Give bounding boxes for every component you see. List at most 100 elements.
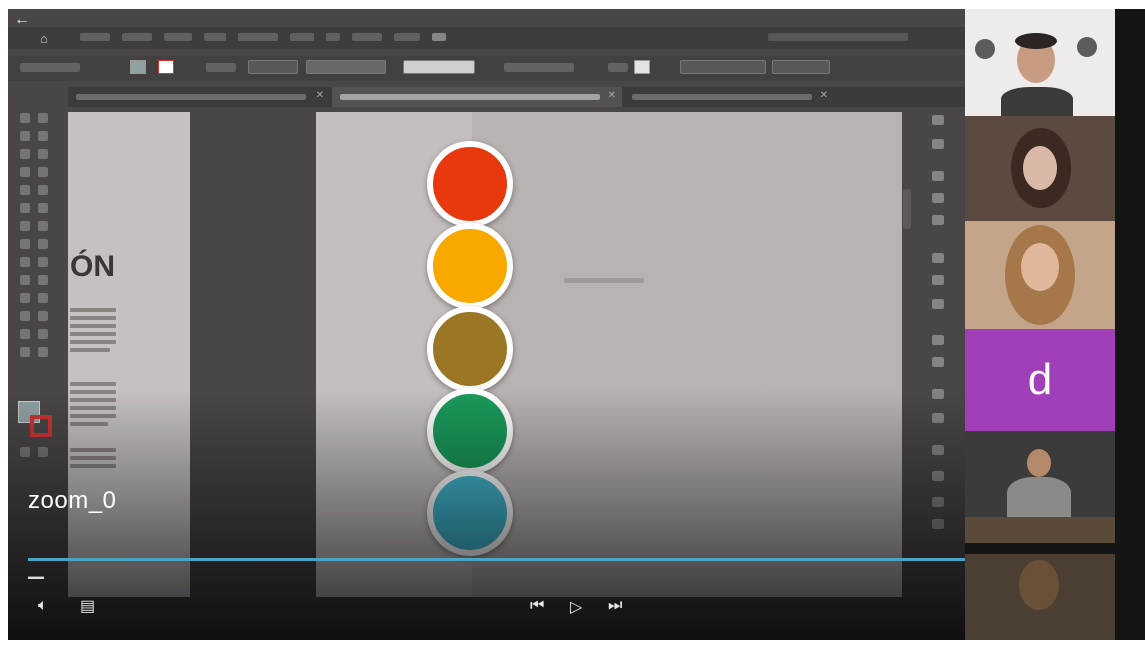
previous-icon[interactable]: ⏮︎: [530, 597, 544, 615]
menu-item[interactable]: [80, 33, 110, 41]
volume-icon[interactable]: 🔈︎: [38, 597, 48, 615]
close-icon[interactable]: ✕: [316, 90, 324, 101]
next-icon[interactable]: ⏭︎: [608, 597, 622, 615]
opacity-control[interactable]: [504, 63, 574, 72]
variable-width-profile[interactable]: [306, 60, 386, 74]
stroke-label: [206, 63, 236, 72]
pencil-tool-icon[interactable]: [20, 203, 30, 213]
color-swatch-brown[interactable]: [427, 306, 513, 392]
symbols-panel-icon[interactable]: [932, 389, 944, 399]
artboard-right: [472, 112, 902, 597]
captions-icon[interactable]: ▤: [80, 596, 95, 616]
blend-tool-icon[interactable]: [38, 293, 48, 303]
gradient-panel-icon[interactable]: [932, 275, 944, 285]
pen-tool-icon[interactable]: [20, 149, 30, 159]
character-panel-icon[interactable]: [932, 519, 944, 529]
mesh-tool-icon[interactable]: [20, 275, 30, 285]
direct-selection-tool-icon[interactable]: [38, 113, 48, 123]
menu-item[interactable]: [204, 33, 226, 41]
hand-tool-icon[interactable]: [20, 347, 30, 357]
stroke-panel-icon[interactable]: [932, 253, 944, 263]
libraries-panel-icon[interactable]: [932, 171, 944, 181]
participant-video-6[interactable]: [965, 554, 1115, 640]
transform-panel-icon[interactable]: [932, 497, 944, 507]
stroke-weight-input[interactable]: [248, 60, 298, 74]
slice-tool-icon[interactable]: [38, 329, 48, 339]
magic-wand-tool-icon[interactable]: [20, 131, 30, 141]
menu-item[interactable]: [238, 33, 278, 41]
lasso-tool-icon[interactable]: [38, 131, 48, 141]
color-swatch-green[interactable]: [427, 388, 513, 474]
play-icon[interactable]: ▷: [570, 597, 582, 617]
participant-video-1[interactable]: [965, 9, 1115, 116]
swatches-panel-icon[interactable]: [932, 215, 944, 225]
menu-item[interactable]: [290, 33, 314, 41]
zoom-tool-icon[interactable]: [38, 347, 48, 357]
menu-item[interactable]: [164, 33, 192, 41]
color-swatch-orange[interactable]: [427, 223, 513, 309]
shape-builder-tool-icon[interactable]: [20, 257, 30, 267]
tab-1[interactable]: ✕: [68, 87, 330, 107]
preferences-button[interactable]: [772, 60, 830, 74]
line-tool-icon[interactable]: [38, 167, 48, 177]
layers-panel-icon[interactable]: [932, 139, 944, 149]
participant-initial-tile[interactable]: d: [965, 329, 1115, 431]
draw-mode-icon[interactable]: [38, 447, 48, 457]
document-setup-button[interactable]: [680, 60, 766, 74]
rectangle-tool-icon[interactable]: [20, 185, 30, 195]
graphic-styles-panel-icon[interactable]: [932, 357, 944, 367]
menu-item[interactable]: [326, 33, 340, 41]
tab-2[interactable]: ✕: [332, 87, 622, 107]
stroke-swatch[interactable]: [158, 60, 174, 74]
menu-item[interactable]: [394, 33, 420, 41]
gradient-tool-icon[interactable]: [38, 275, 48, 285]
text-line: [70, 414, 116, 418]
color-swatch-blue[interactable]: [427, 470, 513, 556]
style-label: [608, 63, 628, 72]
search-stock-field[interactable]: [768, 33, 908, 41]
rotate-tool-icon[interactable]: [20, 221, 30, 231]
free-transform-tool-icon[interactable]: [38, 239, 48, 249]
menu-item[interactable]: [122, 33, 152, 41]
vertical-scrollbar[interactable]: [903, 189, 911, 229]
curvature-tool-icon[interactable]: [38, 149, 48, 159]
close-icon[interactable]: ✕: [820, 90, 828, 101]
pathfinder-panel-icon[interactable]: [932, 471, 944, 481]
participant-video-3[interactable]: [965, 221, 1115, 329]
style-swatch[interactable]: [634, 60, 650, 74]
width-tool-icon[interactable]: [20, 239, 30, 249]
participant-face: [1023, 146, 1057, 190]
fill-swatch[interactable]: [130, 60, 146, 74]
eyedropper-tool-icon[interactable]: [20, 293, 30, 303]
type-tool-icon[interactable]: [20, 167, 30, 177]
home-icon[interactable]: ⌂: [40, 31, 48, 46]
selection-tool-icon[interactable]: [20, 113, 30, 123]
align-panel-icon[interactable]: [932, 445, 944, 455]
perspective-tool-icon[interactable]: [38, 257, 48, 267]
tab-3[interactable]: ✕: [624, 87, 834, 107]
brushes-panel-icon[interactable]: [932, 413, 944, 423]
transparency-panel-icon[interactable]: [932, 299, 944, 309]
color-swatch-red[interactable]: [427, 141, 513, 227]
artboard-tool-icon[interactable]: [20, 329, 30, 339]
eraser-tool-icon[interactable]: [38, 203, 48, 213]
graph-tool-icon[interactable]: [38, 311, 48, 321]
color-panel-icon[interactable]: [932, 193, 944, 203]
participant-video-2[interactable]: [965, 116, 1115, 221]
scale-tool-icon[interactable]: [38, 221, 48, 231]
symbol-sprayer-tool-icon[interactable]: [20, 311, 30, 321]
color-mode-icon[interactable]: [20, 447, 30, 457]
close-icon[interactable]: ✕: [608, 90, 616, 101]
text-line: [70, 448, 116, 452]
artboard-heading: ÓN: [70, 250, 115, 283]
participant-video-5[interactable]: [965, 431, 1115, 543]
workspace-switcher[interactable]: [432, 33, 446, 41]
paintbrush-tool-icon[interactable]: [38, 185, 48, 195]
properties-panel-icon[interactable]: [932, 115, 944, 125]
stroke-color-icon[interactable]: [30, 415, 52, 437]
appearance-panel-icon[interactable]: [932, 335, 944, 345]
menu-item[interactable]: [352, 33, 382, 41]
text-line: [70, 422, 108, 426]
brush-definition[interactable]: [403, 60, 475, 74]
panels-dock: [922, 99, 962, 539]
